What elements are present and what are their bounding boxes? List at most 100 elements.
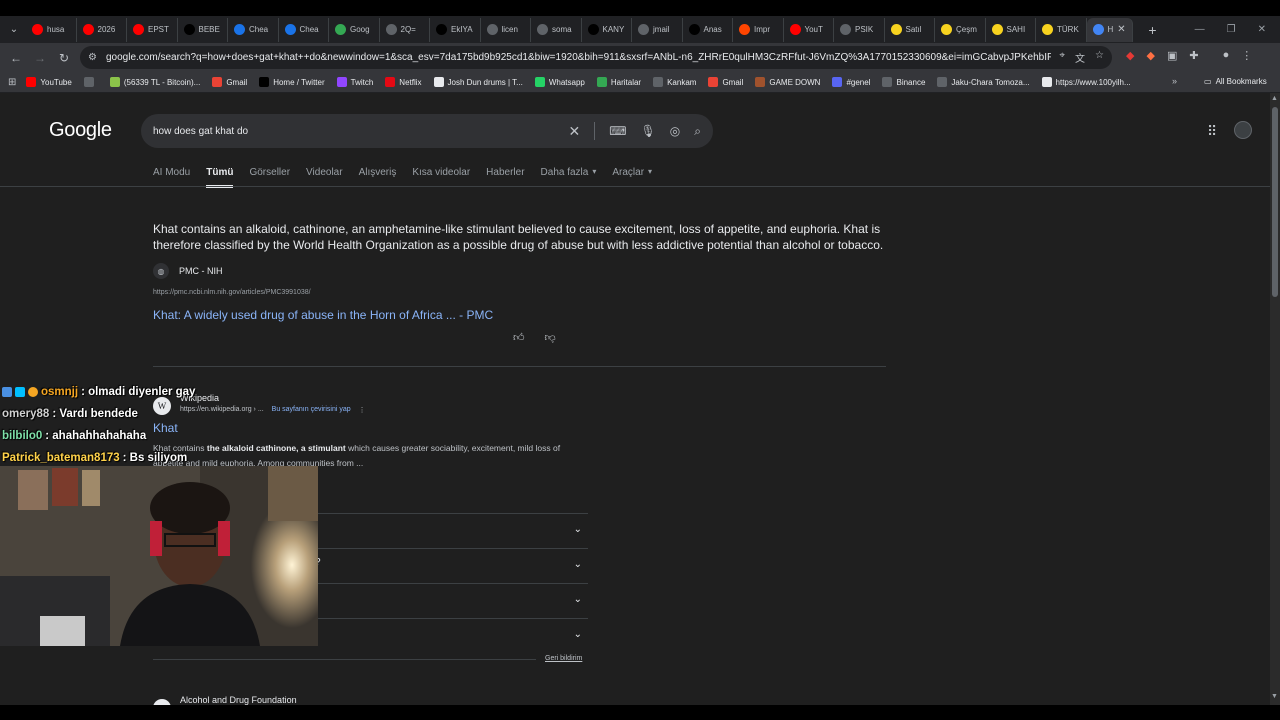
close-window-icon[interactable]: ✕ bbox=[1258, 24, 1266, 35]
bookmark-item[interactable]: Home / Twitter bbox=[259, 77, 325, 87]
browser-tab[interactable]: 2026 bbox=[77, 17, 127, 42]
profile-icon[interactable]: ● bbox=[1223, 49, 1230, 62]
browser-menu-icon[interactable]: ⋮ bbox=[1241, 49, 1252, 62]
extensions-puzzle-icon[interactable]: ✚ bbox=[1189, 49, 1198, 62]
scroll-up-icon[interactable]: ▲ bbox=[1271, 95, 1278, 102]
bookmark-item[interactable]: GAME DOWN bbox=[755, 77, 820, 87]
featured-source-title[interactable]: Khat: A widely used drug of abuse in the… bbox=[153, 308, 493, 322]
bookmark-favicon bbox=[109, 77, 120, 87]
bookmark-item[interactable]: Netflix bbox=[385, 77, 422, 87]
browser-tab[interactable]: PSIK bbox=[834, 17, 885, 42]
bookmark-item[interactable]: Haritalar bbox=[596, 77, 641, 87]
address-bar[interactable]: ⚙ google.com/search?q=how+does+gat+khat+… bbox=[80, 46, 1112, 69]
clear-icon[interactable]: ✕ bbox=[568, 123, 580, 140]
bookmark-star-icon[interactable]: ☆ bbox=[1095, 50, 1104, 65]
feedback-link[interactable]: Geri bildirim bbox=[545, 655, 582, 662]
browser-tab[interactable]: Chea bbox=[279, 17, 329, 42]
search-tab[interactable]: Alışveriş bbox=[359, 167, 397, 188]
reload-icon[interactable]: ↻ bbox=[52, 51, 76, 65]
apps-grid-icon[interactable]: ⊞ bbox=[8, 77, 16, 88]
search-tab[interactable]: Videolar bbox=[306, 167, 343, 188]
browser-tab[interactable]: Chea bbox=[228, 17, 279, 42]
google-logo[interactable]: Google bbox=[49, 119, 112, 142]
bookmark-item[interactable]: Whatsapp bbox=[534, 77, 585, 87]
thumbs-down-icon[interactable]: 👎︎ bbox=[545, 331, 556, 344]
browser-tab[interactable]: SAHI bbox=[986, 17, 1036, 42]
maximize-icon[interactable]: ❐ bbox=[1227, 24, 1236, 35]
search-tab[interactable]: Görseller bbox=[249, 167, 290, 188]
bookmark-item[interactable] bbox=[83, 77, 98, 87]
extension-orange-icon[interactable]: ◆ bbox=[1146, 49, 1154, 62]
browser-tab[interactable]: soma bbox=[531, 17, 582, 42]
bookmark-item[interactable]: Gmail bbox=[708, 77, 743, 87]
google-apps-icon[interactable]: ⠿ bbox=[1207, 123, 1217, 140]
scroll-down-icon[interactable]: ▼ bbox=[1271, 693, 1278, 700]
location-icon[interactable]: ⌖ bbox=[1059, 50, 1065, 65]
bookmark-item[interactable]: https://www.100yilh... bbox=[1041, 77, 1131, 87]
close-tab-icon[interactable]: ✕ bbox=[1117, 24, 1125, 35]
new-tab-button[interactable]: + bbox=[1141, 22, 1165, 38]
browser-tab[interactable]: husa bbox=[26, 17, 77, 42]
featured-source-url[interactable]: https://pmc.ncbi.nlm.nih.gov/articles/PM… bbox=[153, 289, 311, 296]
search-box[interactable]: how does gat khat do ✕ ⌨ 🎙︎ ◎ ⌕ bbox=[141, 114, 713, 148]
browser-tab[interactable]: Goog bbox=[329, 17, 380, 42]
browser-toolbar: ← → ↻ ⚙ google.com/search?q=how+does+gat… bbox=[0, 43, 1280, 72]
extension-gray-icon[interactable]: ▣ bbox=[1167, 49, 1177, 62]
browser-tab[interactable]: EkIYA bbox=[430, 17, 481, 42]
chat-username: omery88 bbox=[2, 408, 50, 420]
forward-icon[interactable]: → bbox=[28, 51, 52, 65]
search-tab[interactable]: Daha fazla bbox=[541, 167, 589, 188]
search-icon[interactable]: ⌕ bbox=[694, 124, 701, 139]
bookmark-item[interactable]: #genel bbox=[832, 77, 870, 87]
tab-search-icon[interactable]: ⌄ bbox=[2, 18, 26, 42]
page-scrollbar[interactable]: ▲ ▼ bbox=[1270, 93, 1280, 705]
scrollbar-thumb[interactable] bbox=[1272, 107, 1278, 297]
search-tab[interactable]: AI Modu bbox=[153, 167, 190, 188]
browser-tab[interactable]: jmail bbox=[632, 17, 683, 42]
bookmark-item[interactable]: Jaku-Chara Tomoza... bbox=[937, 77, 1030, 87]
bookmark-favicon bbox=[882, 77, 893, 87]
bookmark-item[interactable]: Gmail bbox=[212, 77, 247, 87]
more-options-icon[interactable]: ⋮ bbox=[359, 406, 366, 414]
browser-tab[interactable]: 2Q= bbox=[380, 17, 430, 42]
browser-tab[interactable]: BEBE bbox=[178, 17, 228, 42]
browser-tab[interactable]: Satıl bbox=[885, 17, 935, 42]
back-icon[interactable]: ← bbox=[4, 51, 28, 65]
bookmark-item[interactable]: Twitch bbox=[336, 77, 373, 87]
search-input[interactable]: how does gat khat do bbox=[153, 126, 568, 137]
thumbs-up-icon[interactable]: 👍︎ bbox=[513, 331, 525, 344]
bookmark-item[interactable]: Josh Dun drums | T... bbox=[433, 77, 523, 87]
translate-icon[interactable]: 文 bbox=[1075, 50, 1085, 65]
address-url[interactable]: google.com/search?q=how+does+gat+khat++d… bbox=[106, 52, 1051, 63]
lens-icon[interactable]: ◎ bbox=[670, 124, 680, 138]
bookmarks-overflow-icon[interactable]: » bbox=[1172, 76, 1177, 86]
browser-tab[interactable]: KANY bbox=[582, 17, 632, 42]
bookmark-item[interactable]: Binance bbox=[882, 77, 925, 87]
browser-tab[interactable]: Anas bbox=[683, 17, 733, 42]
bookmark-item[interactable]: Kankam bbox=[653, 77, 696, 87]
translate-link[interactable]: Bu sayfanın çevirisini yap bbox=[272, 406, 351, 414]
featured-source[interactable]: ◍ PMC - NIH bbox=[153, 263, 223, 279]
search-tab[interactable]: Kısa videolar bbox=[412, 167, 470, 188]
search-tab[interactable]: Haberler bbox=[486, 167, 524, 188]
extension-red-icon[interactable]: ◆ bbox=[1126, 49, 1134, 62]
bookmark-favicon bbox=[336, 77, 347, 87]
site-info-icon[interactable]: ⚙ bbox=[88, 52, 106, 63]
bookmark-item[interactable]: (56339 TL - Bitcoin)... bbox=[109, 77, 200, 87]
minimize-icon[interactable]: — bbox=[1195, 24, 1205, 35]
search-tab[interactable]: Tümü bbox=[206, 167, 234, 188]
next-result-site[interactable]: Alcohol and Drug Foundation bbox=[180, 695, 297, 705]
browser-tab[interactable]: TÜRK bbox=[1036, 17, 1087, 42]
browser-tab[interactable]: EPST bbox=[127, 17, 178, 42]
microphone-icon[interactable]: 🎙︎ bbox=[641, 124, 656, 138]
browser-tab[interactable]: licen bbox=[481, 17, 531, 42]
search-tab[interactable]: Araçlar bbox=[612, 167, 644, 188]
browser-tab[interactable]: YouT bbox=[784, 17, 834, 42]
all-bookmarks-button[interactable]: ▭ All Bookmarks bbox=[1204, 77, 1267, 86]
browser-tab[interactable]: Impr bbox=[733, 17, 784, 42]
keyboard-icon[interactable]: ⌨ bbox=[609, 124, 626, 138]
bookmark-item[interactable]: YouTube bbox=[26, 77, 72, 87]
browser-tab[interactable]: Çeşm bbox=[935, 17, 986, 42]
account-avatar[interactable] bbox=[1234, 121, 1252, 139]
browser-tab[interactable]: H ✕ bbox=[1086, 17, 1133, 42]
